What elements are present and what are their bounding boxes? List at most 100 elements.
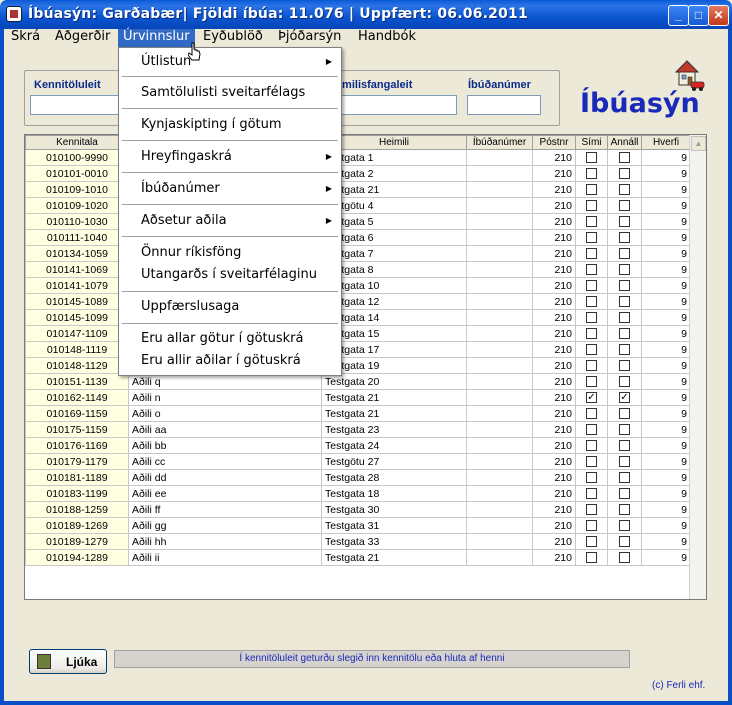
menu-item-uppfaerslusaga[interactable]: Uppfærslusaga	[120, 297, 340, 317]
annall-checkbox[interactable]	[619, 296, 630, 308]
annall-checkbox[interactable]	[619, 200, 630, 212]
simi-checkbox[interactable]	[586, 424, 597, 436]
annall-checkbox[interactable]	[619, 408, 630, 420]
simi-checkbox[interactable]	[586, 328, 597, 340]
menu-item-allar-gotur[interactable]: Eru allar götur í götuskrá	[120, 329, 340, 349]
annall-checkbox[interactable]	[619, 232, 630, 244]
simi-checkbox[interactable]	[586, 360, 597, 372]
annall-checkbox[interactable]	[619, 360, 630, 372]
col-header-hverfi[interactable]: Hverfi	[641, 135, 691, 150]
maximize-button[interactable]: □	[688, 5, 709, 26]
annall-checkbox[interactable]	[619, 552, 630, 564]
col-header-annall[interactable]: Annáll	[607, 135, 642, 150]
annall-checkbox[interactable]	[619, 184, 630, 196]
simi-checkbox[interactable]	[586, 440, 597, 452]
annall-checkbox[interactable]	[619, 248, 630, 260]
table-row[interactable]: 010183-1199 Aðili ee Testgata 18 210 9	[25, 485, 691, 502]
simi-checkbox[interactable]	[586, 312, 597, 324]
simi-checkbox[interactable]	[586, 408, 597, 420]
annall-checkbox[interactable]	[619, 328, 630, 340]
cell-ibudanumer	[466, 341, 533, 358]
vertical-scrollbar[interactable]: ▲	[689, 135, 706, 599]
annall-checkbox[interactable]	[619, 280, 630, 292]
menu-item-utlistun[interactable]: Útlistun ▶	[120, 52, 340, 72]
annall-checkbox[interactable]	[619, 344, 630, 356]
kennitala-search-input[interactable]	[30, 95, 120, 115]
menu-thjodarsyn[interactable]: Þjóðarsýn	[273, 29, 346, 47]
simi-checkbox[interactable]	[586, 552, 597, 564]
simi-checkbox[interactable]	[586, 504, 597, 516]
annall-checkbox[interactable]	[619, 376, 630, 388]
simi-checkbox[interactable]	[586, 344, 597, 356]
col-header-heimili[interactable]: Heimili	[321, 135, 467, 150]
menu-item-kynjaskipting[interactable]: Kynjaskipting í götum	[120, 115, 340, 135]
table-row[interactable]: 010162-1149 Aðili n Testgata 21 210 ✓ ✓ 9	[25, 389, 691, 406]
menu-item-utangards[interactable]: Utangarðs í sveitarfélaginu	[120, 265, 340, 285]
table-row[interactable]: 010176-1169 Aðili bb Testgata 24 210 9	[25, 437, 691, 454]
annall-checkbox[interactable]	[619, 536, 630, 548]
menu-item-allir-adilar[interactable]: Eru allir aðilar í götuskrá	[120, 351, 340, 371]
annall-checkbox[interactable]	[619, 488, 630, 500]
menu-item-adsetur[interactable]: Aðsetur aðila ▶	[120, 211, 340, 231]
simi-checkbox[interactable]	[586, 232, 597, 244]
simi-checkbox[interactable]	[586, 376, 597, 388]
table-row[interactable]: 010188-1259 Aðili ff Testgata 30 210 9	[25, 501, 691, 518]
table-row[interactable]: 010189-1269 Aðili gg Testgata 31 210 9	[25, 517, 691, 534]
simi-checkbox[interactable]	[586, 472, 597, 484]
simi-checkbox[interactable]	[586, 536, 597, 548]
annall-checkbox[interactable]	[619, 168, 630, 180]
simi-checkbox[interactable]	[586, 520, 597, 532]
menu-skra[interactable]: Skrá	[6, 29, 45, 47]
annall-checkbox[interactable]: ✓	[619, 392, 630, 404]
minimize-button[interactable]: _	[668, 5, 689, 26]
scroll-up-icon[interactable]: ▲	[691, 136, 706, 151]
simi-checkbox[interactable]	[586, 200, 597, 212]
menu-item-ibudanumer[interactable]: Íbúðanúmer ▶	[120, 179, 340, 199]
menu-handbok[interactable]: Handbók	[353, 29, 421, 47]
table-row[interactable]: 010179-1179 Aðili cc Testgötu 27 210 9	[25, 453, 691, 470]
simi-checkbox[interactable]	[586, 264, 597, 276]
simi-checkbox[interactable]	[586, 280, 597, 292]
simi-checkbox[interactable]	[586, 296, 597, 308]
annall-checkbox[interactable]	[619, 152, 630, 164]
table-row[interactable]: 010194-1289 Aðili ii Testgata 21 210 9	[25, 549, 691, 566]
simi-checkbox[interactable]	[586, 216, 597, 228]
menu-eydublod[interactable]: Eyðublöð	[198, 29, 268, 47]
col-header-postnr[interactable]: Póstnr	[532, 135, 576, 150]
simi-checkbox[interactable]	[586, 248, 597, 260]
annall-checkbox[interactable]	[619, 456, 630, 468]
simi-checkbox[interactable]	[586, 168, 597, 180]
col-header-kennitala[interactable]: Kennitala	[25, 135, 129, 150]
col-header-ibudanumer[interactable]: Íbúðanúmer	[466, 135, 533, 150]
app-icon[interactable]	[6, 6, 22, 22]
col-header-simi[interactable]: Sími	[575, 135, 608, 150]
annall-checkbox[interactable]	[619, 312, 630, 324]
simi-checkbox[interactable]	[586, 488, 597, 500]
annall-checkbox[interactable]	[619, 504, 630, 516]
apartment-number-input[interactable]	[467, 95, 541, 115]
menu-item-onnur-rikisfong[interactable]: Önnur ríkisföng	[120, 243, 340, 263]
menu-item-hreyfingaskra[interactable]: Hreyfingaskrá ▶	[120, 147, 340, 167]
table-row[interactable]: 010181-1189 Aðili dd Testgata 28 210 9	[25, 469, 691, 486]
table-row[interactable]: 010189-1279 Aðili hh Testgata 33 210 9	[25, 533, 691, 550]
simi-checkbox[interactable]: ✓	[586, 392, 597, 404]
simi-checkbox[interactable]	[586, 456, 597, 468]
address-search-input[interactable]	[337, 95, 457, 115]
annall-checkbox[interactable]	[619, 520, 630, 532]
close-button[interactable]: ✕	[708, 5, 729, 26]
annall-checkbox[interactable]	[619, 216, 630, 228]
finish-button[interactable]: Ljúka	[29, 649, 107, 674]
annall-checkbox[interactable]	[619, 424, 630, 436]
annall-checkbox[interactable]	[619, 264, 630, 276]
annall-checkbox[interactable]	[619, 440, 630, 452]
simi-checkbox[interactable]	[586, 152, 597, 164]
table-row[interactable]: 010175-1159 Aðili aa Testgata 23 210 9	[25, 421, 691, 438]
menu-item-samtolulisti[interactable]: Samtölulisti sveitarfélags	[120, 83, 340, 103]
simi-checkbox[interactable]	[586, 184, 597, 196]
title-bar[interactable]: Íbúasýn: Garðabær| Fjöldi íbúa: 11.076 |…	[0, 0, 732, 29]
menu-adgerdir[interactable]: Aðgerðir	[50, 29, 115, 47]
cell-simi	[575, 485, 608, 502]
table-row[interactable]: 010169-1159 Aðili o Testgata 21 210 9	[25, 405, 691, 422]
annall-checkbox[interactable]	[619, 472, 630, 484]
menu-urvinnslur[interactable]: Úrvinnslur	[118, 29, 195, 47]
